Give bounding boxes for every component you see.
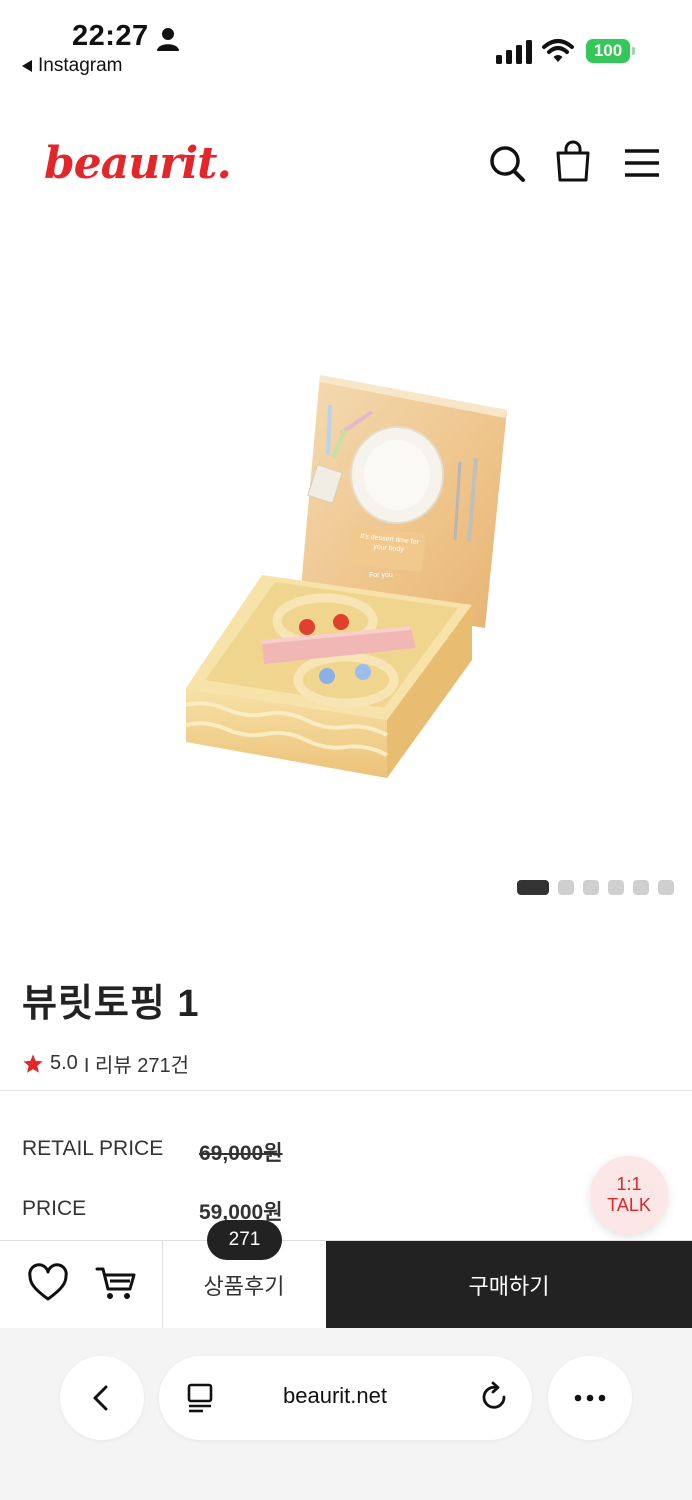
- battery-indicator: 100: [586, 39, 630, 63]
- rating-score: 5.0: [50, 1052, 78, 1074]
- wishlist-button[interactable]: [24, 1261, 72, 1305]
- talk-chat-button[interactable]: 1:1 TALK: [590, 1156, 668, 1234]
- hamburger-menu-icon: [625, 149, 659, 177]
- browser-back-button[interactable]: [60, 1356, 144, 1440]
- person-icon: [157, 28, 179, 51]
- talk-line-1: 1:1: [616, 1174, 642, 1194]
- battery-cap: [632, 47, 635, 55]
- star-icon: [23, 1053, 43, 1073]
- address-bar[interactable]: beaurit.net: [159, 1356, 532, 1440]
- browser-toolbar: beaurit.net: [0, 1328, 692, 1500]
- product-title: 뷰릿토핑 1: [22, 983, 200, 1025]
- review-summary: I 리뷰 271건: [83, 1055, 190, 1077]
- cellular-signal-icon: [496, 40, 532, 64]
- add-to-cart-button[interactable]: [92, 1261, 140, 1305]
- product-rating[interactable]: 5.0 I 리뷰 271건: [22, 1049, 189, 1078]
- image-pager: [517, 880, 674, 895]
- retail-price-value: 69,000원: [199, 1142, 283, 1165]
- pager-dot-4[interactable]: [608, 880, 624, 895]
- clock: 22:27: [72, 20, 149, 52]
- wifi-icon: [542, 39, 574, 62]
- pager-dot-6[interactable]: [658, 880, 674, 895]
- review-count-badge: 271: [207, 1220, 282, 1260]
- menu-button[interactable]: [622, 140, 662, 184]
- divider: [0, 1090, 692, 1091]
- box-signature: For you: [369, 572, 393, 579]
- back-to-app-link[interactable]: Instagram: [22, 55, 122, 77]
- shopping-bag-button[interactable]: [553, 140, 593, 184]
- url-text: beaurit.net: [283, 1383, 387, 1408]
- brand-logo[interactable]: beaurit.: [44, 138, 232, 189]
- heart-icon: [28, 1263, 68, 1301]
- page-menu-icon[interactable]: [185, 1382, 217, 1414]
- shopping-bag-icon: [556, 140, 590, 182]
- site-header: beaurit.: [0, 120, 692, 210]
- price-label: PRICE: [22, 1197, 87, 1220]
- product-image[interactable]: It's dessert time for your body For you: [0, 230, 692, 910]
- search-button[interactable]: [488, 140, 528, 184]
- talk-line-2: TALK: [607, 1195, 651, 1215]
- bottom-action-bar: 상품후기 구매하기: [0, 1240, 692, 1328]
- pager-dot-5[interactable]: [633, 880, 649, 895]
- more-options-button[interactable]: [548, 1356, 632, 1440]
- pager-dot-1[interactable]: [517, 880, 549, 895]
- search-icon: [490, 146, 525, 182]
- pager-dot-2[interactable]: [558, 880, 574, 895]
- chevron-left-icon: [93, 1385, 108, 1411]
- pager-dot-3[interactable]: [583, 880, 599, 895]
- back-triangle-icon: [22, 60, 32, 72]
- back-app-label: Instagram: [38, 55, 123, 76]
- ellipsis-icon: [574, 1394, 606, 1402]
- retail-price-label: RETAIL PRICE: [22, 1137, 164, 1160]
- status-bar: 22:27 Instagram 100: [0, 0, 692, 90]
- cart-icon: [95, 1267, 136, 1299]
- product-box-illustration: [185, 375, 507, 778]
- reload-icon[interactable]: [479, 1381, 511, 1415]
- battery-level: 100: [593, 41, 623, 60]
- buy-now-button[interactable]: 구매하기: [326, 1241, 692, 1328]
